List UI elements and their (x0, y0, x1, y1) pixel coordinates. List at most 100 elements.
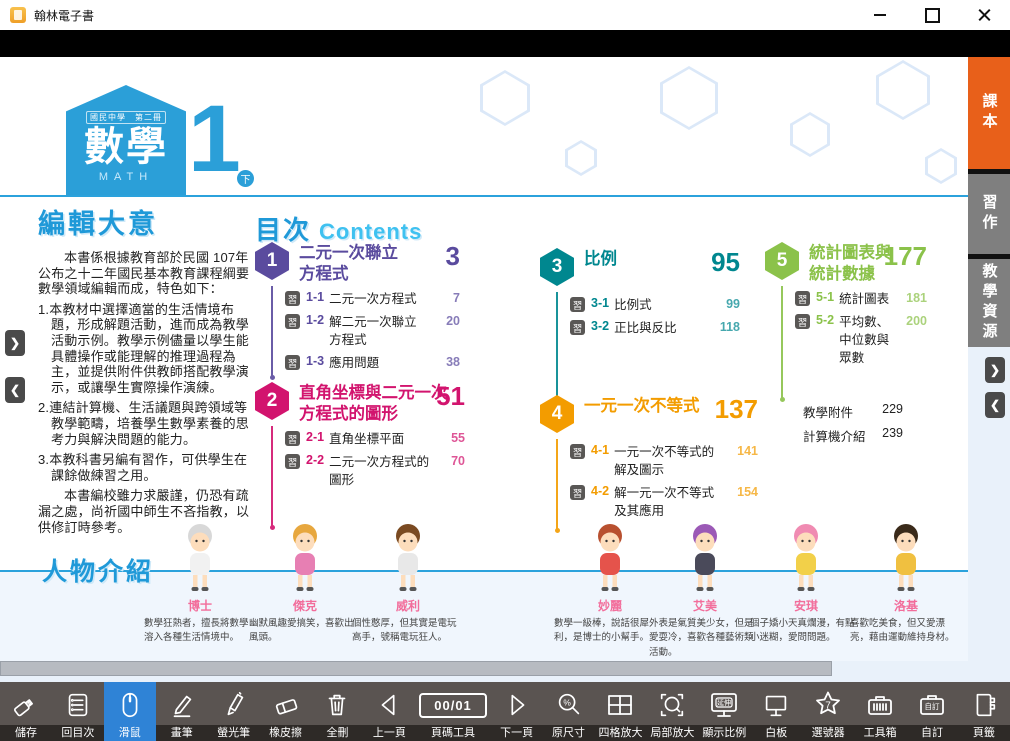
chapter-connector-line (556, 439, 558, 529)
section-number: 1-2 (306, 313, 324, 327)
left-collapse-button[interactable]: ❮ (5, 377, 25, 403)
toc-section-row[interactable]: 習 5-1 統計圖表 181 (795, 290, 927, 308)
toc-extra-row[interactable]: 教學附件 229 (803, 402, 903, 421)
tool-label: 橡皮擦 (269, 724, 302, 740)
section-number: 1-3 (306, 354, 324, 368)
chapter-heading[interactable]: 5 統計圖表與統計數據 177 (765, 242, 927, 286)
character-description: 外表是氣質美少女，但是愛耍冷，喜歡各種藝術類活動。 (649, 617, 761, 660)
tab-teaching-resources[interactable]: 教學資源 (968, 259, 1010, 347)
next-arrow-icon (502, 689, 532, 721)
tool-label: 下一頁 (500, 724, 533, 740)
top-black-bar (0, 30, 1010, 57)
tool-region-zoom[interactable]: 局部放大 (646, 682, 698, 741)
toc-section-row[interactable]: 習 3-2 正比與反比 118 (570, 319, 740, 337)
toc-section-row[interactable]: 習 2-1 直角坐標平面 55 (285, 430, 465, 448)
section-title: 解一元一次不等式及其應用 (614, 484, 718, 520)
section-number: 4-2 (591, 484, 609, 498)
window-titlebar: 翰林電子書 (0, 0, 1010, 31)
region-magnifier-icon (657, 689, 687, 721)
chapter-number-hexagon: 1 (255, 242, 289, 280)
tool-next-page[interactable]: 下一頁 (491, 682, 543, 741)
toc-section-row[interactable]: 習 2-2 二元一次方程式的圖形 70 (285, 453, 465, 489)
character-description: 幽默風趣愛搞笑，喜歡出風頭。 (249, 617, 361, 646)
tool-label: 上一頁 (373, 724, 406, 740)
tool-label: 滑鼠 (119, 724, 141, 740)
chevron-left-icon: ❮ (10, 383, 20, 397)
tool-whiteboard[interactable]: 白板 (750, 682, 802, 741)
tool-number-picker[interactable]: 7 選號器 (802, 682, 854, 741)
section-title: 二元一次方程式的圖形 (329, 453, 437, 489)
extra-page: 239 (882, 426, 903, 445)
toc-section-row[interactable]: 習 1-1 二元一次方程式 7 (285, 290, 460, 308)
section-number: 4-1 (591, 443, 609, 457)
tool-label: 選號器 (812, 724, 845, 740)
tool-mouse[interactable]: 滑鼠 (104, 682, 156, 741)
tool-save[interactable]: 儲存 (0, 682, 52, 741)
chapter-heading[interactable]: 2 直角坐標與二元一次方程式的圖形 51 (255, 382, 465, 426)
section-number: 5-1 (816, 290, 834, 304)
horizontal-scrollbar[interactable] (0, 661, 832, 676)
toc-extra-row[interactable]: 計算機介紹 239 (803, 426, 903, 445)
close-button[interactable] (958, 0, 1010, 30)
toc-section-row[interactable]: 習 5-2 平均數、中位數與眾數 200 (795, 313, 927, 367)
section-title: 二元一次方程式 (329, 290, 417, 308)
tool-back-to-toc[interactable]: 回目次 (52, 682, 104, 741)
tool-highlighter[interactable]: 螢光筆 (208, 682, 260, 741)
character-illustration (779, 520, 833, 596)
tab-label: 習作 (979, 194, 1000, 234)
character-illustration (278, 520, 332, 596)
tool-prev-page[interactable]: 上一頁 (363, 682, 415, 741)
toc-title-zh: 目次 (255, 215, 311, 245)
tool-custom[interactable]: 自訂 自訂 (906, 682, 958, 741)
chapter-connector-line (556, 292, 558, 410)
tool-original-size[interactable]: % 原尺寸 (543, 682, 595, 741)
toc-section-row[interactable]: 習 3-1 比例式 99 (570, 296, 740, 314)
extra-label: 計算機介紹 (803, 426, 866, 445)
editorial-body: 本書係根據教育部於民國 107年公布之十二年國民基本教育課程綱要數學領域編輯而成… (38, 250, 252, 540)
section-page: 55 (451, 431, 465, 445)
tool-page-number[interactable]: 00/01 頁碼工具 (415, 682, 490, 741)
chapter-heading[interactable]: 1 二元一次聯立方程式 3 (255, 242, 460, 286)
character-illustration (173, 520, 227, 596)
right-collapse-button[interactable]: ❮ (985, 392, 1005, 418)
chapter-heading[interactable]: 3 比例 95 (540, 248, 740, 286)
characters-title: 人物介紹 (42, 552, 154, 588)
tab-workbook[interactable]: 習作 (968, 174, 1010, 254)
character-name: 安琪 (750, 597, 862, 614)
tool-eraser[interactable]: 橡皮擦 (260, 682, 312, 741)
page-counter[interactable]: 00/01 (419, 693, 487, 718)
extra-label: 教學附件 (803, 402, 853, 421)
maximize-button[interactable] (906, 0, 958, 30)
tab-textbook[interactable]: 課本 (968, 57, 1010, 169)
character-illustration (678, 520, 732, 596)
tool-display-ratio[interactable]: 延伸 顯示比例 (698, 682, 750, 741)
ebook-app-window: 翰林電子書 國民中學 第二冊 數學 MATH 1 下 編輯大意 本書係根據教育部… (0, 0, 1010, 741)
character-card: 安琪 個子嬌小天真爛漫，有點小迷糊，愛問問題。 (750, 520, 862, 646)
logo-school-line: 國民中學 第二冊 (86, 111, 166, 124)
tool-quad-zoom[interactable]: 四格放大 (595, 682, 647, 741)
character-illustration (381, 520, 435, 596)
tool-pen[interactable]: 畫筆 (156, 682, 208, 741)
tool-delete-all[interactable]: 全刪 (312, 682, 364, 741)
toc-section-row[interactable]: 習 1-2 解二元一次聯立方程式 20 (285, 313, 460, 349)
tool-label: 儲存 (15, 724, 37, 740)
left-expand-button[interactable]: ❯ (5, 330, 25, 356)
tool-toolbox[interactable]: 工具箱 (854, 682, 906, 741)
tool-label: 原尺寸 (552, 724, 585, 740)
svg-text:%: % (563, 697, 571, 707)
chapter-number-hexagon: 3 (540, 248, 574, 286)
minimize-button[interactable] (854, 0, 906, 30)
character-name: 博士 (144, 597, 256, 614)
chapter-heading[interactable]: 4 一元一次不等式 137 (540, 395, 758, 433)
tool-label: 顯示比例 (702, 724, 746, 740)
editorial-intro: 本書係根據教育部於民國 107年公布之十二年國民基本教育課程綱要數學領域編輯而成… (38, 250, 252, 297)
toc-section-row[interactable]: 習 4-1 一元一次不等式的解及圖示 141 (570, 443, 758, 479)
toc-section-row[interactable]: 習 1-3 應用問題 38 (285, 354, 460, 372)
toc-chapter-1: 1 二元一次聯立方程式 3 習 1-1 二元一次方程式 7 習 1-2 解二元一… (255, 242, 460, 286)
right-expand-button[interactable]: ❯ (985, 357, 1005, 383)
pen-icon (167, 689, 197, 721)
tool-label: 畫筆 (171, 724, 193, 740)
chevron-left-icon: ❮ (990, 398, 1000, 412)
toc-section-row[interactable]: 習 4-2 解一元一次不等式及其應用 154 (570, 484, 758, 520)
tool-page-tabs[interactable]: 頁籤 (958, 682, 1010, 741)
